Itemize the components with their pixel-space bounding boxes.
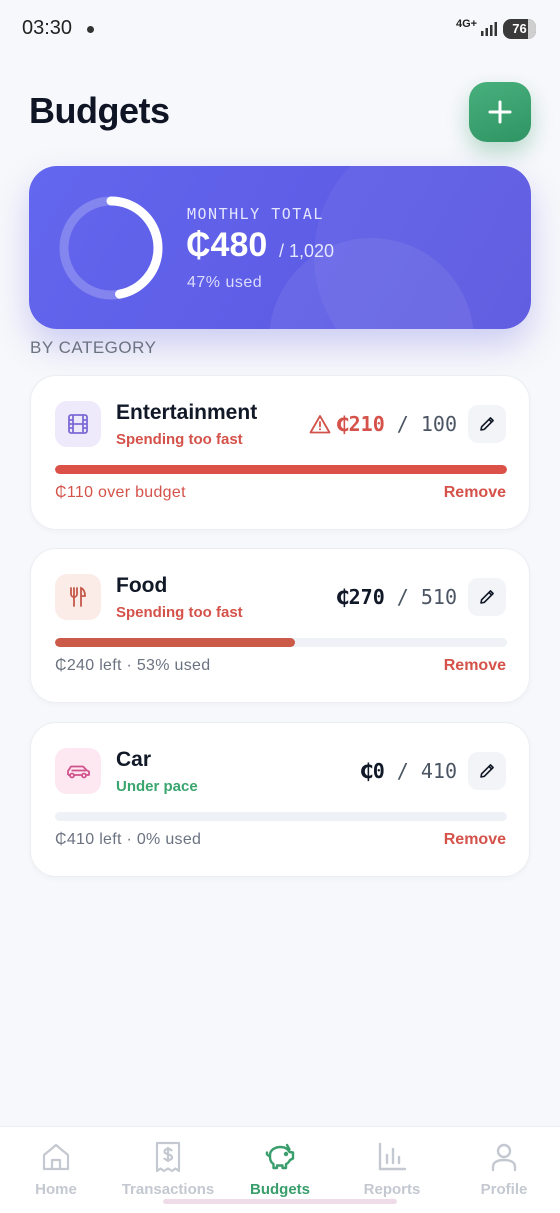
category-footer: ₵410 left · 0% used bbox=[55, 831, 202, 848]
nav-item-profile[interactable]: Profile bbox=[448, 1127, 560, 1213]
budget-card-car[interactable]: Car Under pace ₵0 / 410 ₵410 left · 0% u… bbox=[30, 722, 530, 877]
battery-icon: 76 bbox=[503, 19, 536, 39]
category-status: Spending too fast bbox=[116, 431, 243, 448]
user-icon bbox=[491, 1143, 517, 1172]
amount-separator: / bbox=[384, 412, 421, 436]
pencil-icon bbox=[480, 417, 494, 431]
home-indicator bbox=[163, 1199, 397, 1204]
network-type: 4G+ bbox=[456, 18, 478, 30]
progress-fill bbox=[55, 638, 295, 647]
progress-bar bbox=[55, 812, 507, 821]
spent-amount: ₵210 bbox=[336, 412, 385, 436]
amount-separator: / bbox=[384, 585, 421, 609]
spent-amount: ₵0 bbox=[360, 759, 385, 783]
remove-button[interactable]: Remove bbox=[444, 484, 506, 502]
limit-amount: 510 bbox=[420, 585, 457, 609]
progress-bar bbox=[55, 638, 507, 647]
nav-label: Profile bbox=[480, 1181, 528, 1198]
summary-amount: ₵480 bbox=[186, 226, 268, 264]
utensils-icon bbox=[70, 586, 86, 607]
signal-icon bbox=[481, 22, 497, 36]
budget-card-food[interactable]: Food Spending too fast ₵270 / 510 ₵240 l… bbox=[30, 548, 530, 703]
plus-icon bbox=[488, 100, 512, 124]
summary-limit: / 1,020 bbox=[279, 241, 335, 261]
category-icon-container bbox=[55, 401, 101, 447]
budget-card-entertainment[interactable]: Entertainment Spending too fast ₵210 / 1… bbox=[30, 375, 530, 530]
category-amount: ₵270 / 510 bbox=[337, 585, 457, 609]
progress-bar bbox=[55, 465, 507, 474]
amount-separator: / bbox=[384, 759, 421, 783]
category-name: Entertainment bbox=[116, 401, 258, 424]
category-icon-container bbox=[55, 748, 101, 794]
film-icon bbox=[68, 414, 88, 434]
category-status: Spending too fast bbox=[116, 604, 243, 621]
usage-donut-chart bbox=[59, 196, 163, 300]
edit-button[interactable] bbox=[468, 752, 506, 790]
add-budget-button[interactable] bbox=[469, 82, 531, 142]
category-amount: ₵210 / 100 bbox=[309, 412, 457, 436]
category-amount: ₵0 / 410 bbox=[361, 759, 457, 783]
pencil-icon bbox=[480, 590, 494, 604]
page-title: Budgets bbox=[29, 90, 170, 131]
spent-amount: ₵270 bbox=[336, 585, 385, 609]
limit-amount: 100 bbox=[420, 412, 457, 436]
limit-amount: 410 bbox=[420, 759, 457, 783]
category-footer: ₵240 left · 53% used bbox=[55, 657, 211, 674]
warning-icon bbox=[309, 415, 330, 434]
status-time: 03:30 bbox=[22, 17, 73, 39]
nav-item-home[interactable]: Home bbox=[0, 1127, 112, 1213]
summary-label: MONTHLY TOTAL bbox=[187, 205, 324, 223]
nav-label: Transactions bbox=[121, 1181, 215, 1198]
edit-button[interactable] bbox=[468, 578, 506, 616]
category-name: Car bbox=[116, 748, 152, 771]
progress-fill bbox=[55, 465, 507, 474]
section-label: BY CATEGORY bbox=[30, 338, 157, 357]
piggy-bank-icon bbox=[265, 1143, 295, 1170]
monthly-total-card: MONTHLY TOTAL ₵480 / 1,020 47% used bbox=[29, 166, 531, 329]
car-icon bbox=[67, 765, 90, 779]
category-footer: ₵110 over budget bbox=[55, 484, 186, 501]
nav-label: Reports bbox=[363, 1181, 421, 1198]
home-icon bbox=[42, 1143, 70, 1171]
pencil-icon bbox=[480, 764, 494, 778]
category-status: Under pace bbox=[116, 778, 198, 795]
status-bar: 03:30 4G+ 76 bbox=[0, 0, 560, 60]
remove-button[interactable]: Remove bbox=[444, 831, 506, 849]
bar-chart-icon bbox=[378, 1142, 407, 1171]
receipt-icon bbox=[155, 1141, 181, 1173]
notification-dot-icon bbox=[87, 26, 94, 33]
battery-level: 76 bbox=[512, 21, 527, 36]
remove-button[interactable]: Remove bbox=[444, 657, 506, 675]
summary-used: 47% used bbox=[187, 274, 263, 291]
nav-label: Home bbox=[35, 1181, 77, 1198]
category-name: Food bbox=[116, 574, 168, 597]
category-icon-container bbox=[55, 574, 101, 620]
nav-label: Budgets bbox=[250, 1181, 310, 1198]
edit-button[interactable] bbox=[468, 405, 506, 443]
